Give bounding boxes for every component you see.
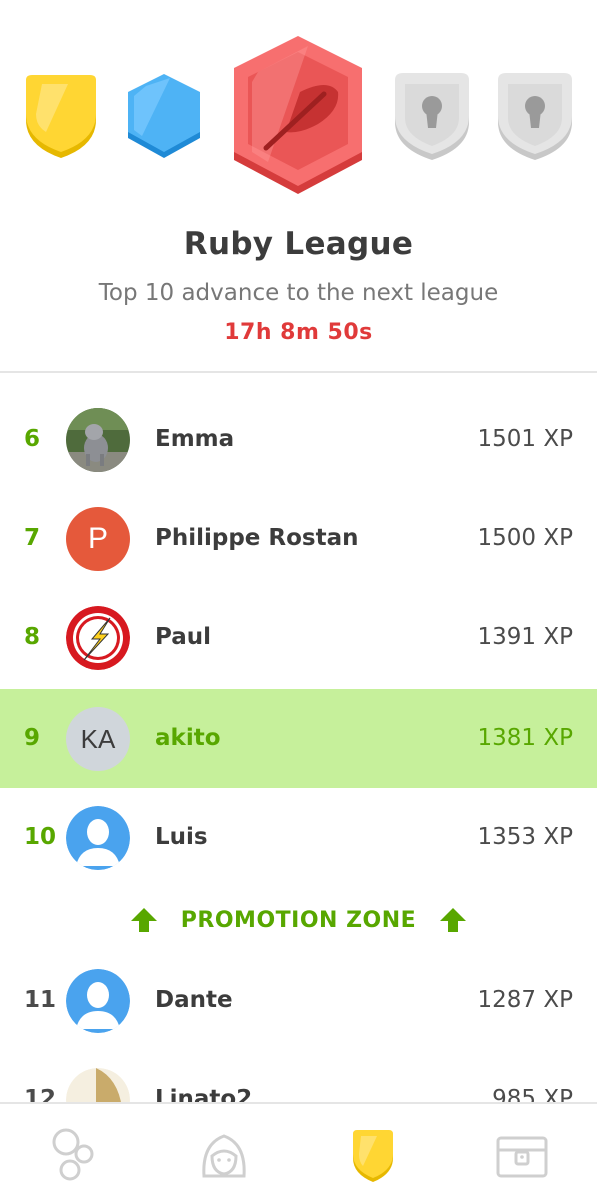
profile-tab[interactable] bbox=[194, 1124, 254, 1184]
avatar: P bbox=[66, 507, 130, 571]
leaderboard-row[interactable]: 6 Emma 1501 XP bbox=[0, 390, 597, 489]
divider bbox=[0, 371, 597, 373]
user-name: akito bbox=[155, 725, 221, 751]
rank-number: 10 bbox=[24, 824, 57, 850]
shield-icon bbox=[353, 1130, 393, 1182]
league-timer: 17h 8m 50s bbox=[224, 320, 373, 345]
leaderboard-row-current-user[interactable]: 9 KA akito 1381 XP bbox=[0, 689, 597, 788]
arrow-up-icon bbox=[440, 908, 467, 932]
leaderboard-row[interactable]: 8 Paul 1391 XP bbox=[0, 588, 597, 687]
bubbles-icon bbox=[52, 1128, 94, 1181]
arrow-up-icon bbox=[130, 908, 157, 932]
avatar: KA bbox=[66, 707, 130, 771]
league-title: Ruby League bbox=[183, 226, 414, 262]
xp-value: 1501 XP bbox=[477, 426, 573, 452]
user-name: Philippe Rostan bbox=[155, 525, 359, 551]
promotion-zone-label: PROMOTION ZONE bbox=[180, 907, 417, 933]
rank-number: 7 bbox=[24, 525, 41, 551]
default-user-icon bbox=[66, 806, 130, 870]
bottom-tab-bar bbox=[0, 1102, 597, 1202]
rank-number: 9 bbox=[24, 725, 41, 751]
xp-value: 1287 XP bbox=[477, 987, 573, 1013]
xp-value: 1391 XP bbox=[477, 624, 573, 650]
rank-number: 6 bbox=[24, 426, 41, 452]
promotion-zone-divider: PROMOTION ZONE bbox=[0, 898, 597, 942]
user-name: Emma bbox=[155, 426, 235, 452]
league-badges bbox=[0, 0, 597, 215]
xp-value: 1353 XP bbox=[477, 824, 573, 850]
chest-icon bbox=[496, 1136, 548, 1178]
profile-face-icon bbox=[202, 1134, 246, 1178]
avatar bbox=[66, 606, 130, 670]
rank-number: 8 bbox=[24, 624, 41, 650]
shop-tab[interactable] bbox=[492, 1124, 552, 1184]
xp-value: 1500 XP bbox=[477, 525, 573, 551]
locked-league-badge-icon[interactable] bbox=[494, 72, 576, 162]
user-name: Dante bbox=[155, 987, 233, 1013]
leaderboard-row[interactable]: 10 Luis 1353 XP bbox=[0, 788, 597, 887]
leagues-tab[interactable] bbox=[343, 1124, 403, 1184]
locked-league-badge-icon[interactable] bbox=[391, 72, 473, 162]
user-name: Paul bbox=[155, 624, 212, 650]
league-header: Ruby League Top 10 advance to the next l… bbox=[0, 222, 597, 345]
learn-tab[interactable] bbox=[44, 1124, 104, 1184]
user-name: Luis bbox=[155, 824, 208, 850]
league-subtitle: Top 10 advance to the next league bbox=[98, 280, 499, 306]
ruby-league-badge-icon[interactable] bbox=[228, 32, 368, 202]
leaderboard-row[interactable]: 7 P Philippe Rostan 1500 XP bbox=[0, 489, 597, 588]
leaderboard-row[interactable]: 11 Dante 1287 XP bbox=[0, 951, 597, 1050]
default-user-icon bbox=[66, 969, 130, 1033]
avatar bbox=[66, 408, 130, 472]
gold-league-badge-icon[interactable] bbox=[22, 74, 100, 160]
sapphire-league-badge-icon[interactable] bbox=[124, 72, 204, 162]
rank-number: 11 bbox=[24, 987, 57, 1013]
xp-value: 1381 XP bbox=[477, 725, 573, 751]
